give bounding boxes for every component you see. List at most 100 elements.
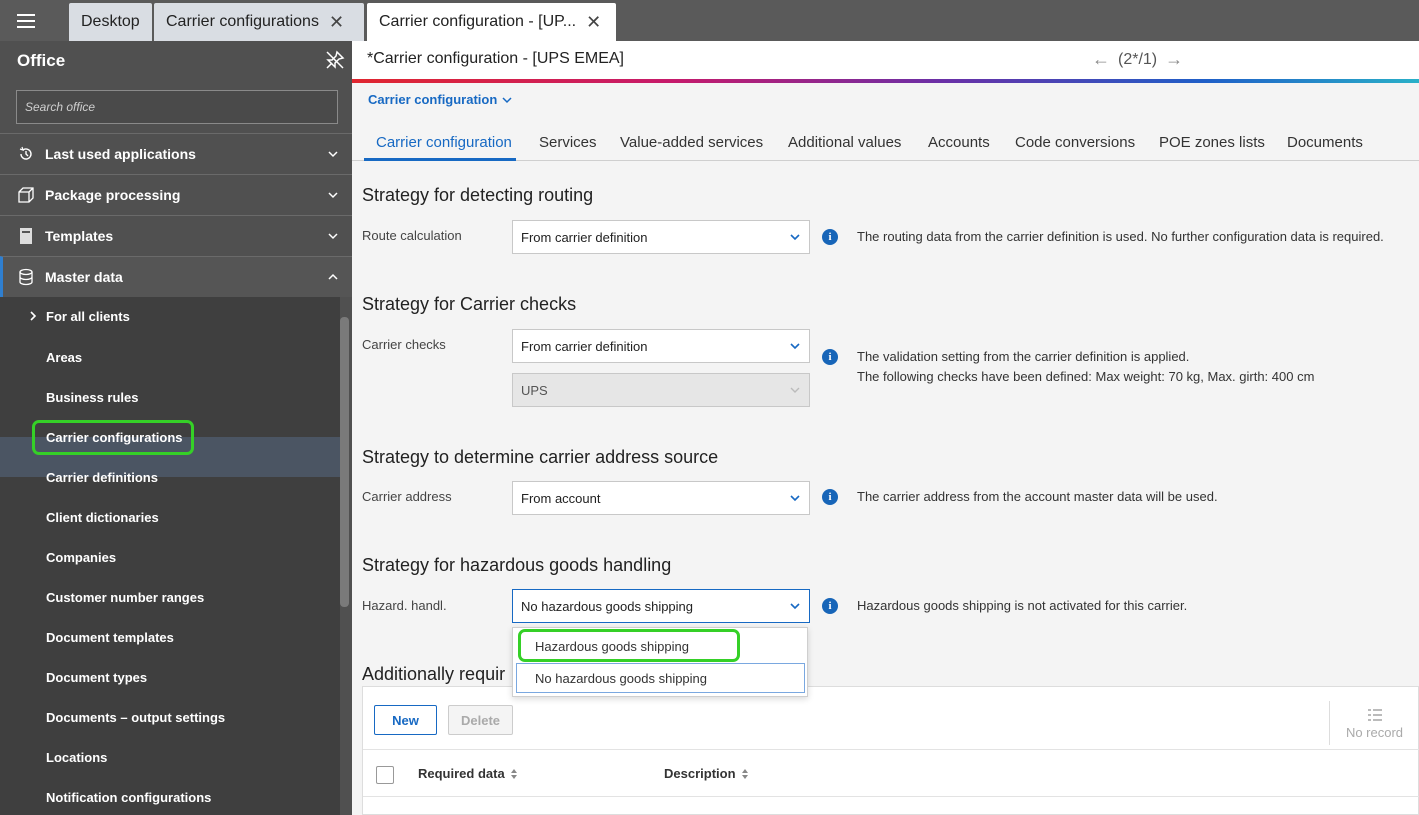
address-info-text: The carrier address from the account mas…	[857, 489, 1218, 504]
sidebar-item-carrier-definitions[interactable]: Carrier definitions	[46, 470, 158, 485]
tab-carrier-configuration[interactable]: Carrier configuration	[376, 134, 512, 151]
new-button[interactable]: New	[374, 705, 437, 735]
info-line: The validation setting from the carrier …	[857, 349, 1190, 364]
tab-documents[interactable]: Documents	[1287, 134, 1363, 151]
column-description[interactable]: Description	[664, 766, 749, 781]
sidebar-item-locations[interactable]: Locations	[46, 750, 107, 765]
checks-info-text: The validation setting from the carrier …	[857, 347, 1314, 387]
close-icon[interactable]: ✕	[329, 13, 344, 31]
chevron-down-icon	[328, 233, 338, 240]
main-content: *Carrier configuration - [UPS EMEA] ← (2…	[352, 41, 1419, 815]
active-tab-indicator	[364, 158, 516, 161]
column-label: Description	[664, 766, 736, 781]
sidebar-scrollbar[interactable]	[340, 317, 349, 607]
column-label: Required data	[418, 766, 505, 781]
sidebar-item-notification-configurations[interactable]: Notification configurations	[46, 790, 211, 805]
info-line: The following checks have been defined: …	[857, 369, 1315, 384]
route-calculation-select[interactable]: From carrier definition	[512, 220, 810, 254]
arrow-right-icon[interactable]: →	[1165, 49, 1183, 70]
tab-services[interactable]: Services	[539, 134, 597, 151]
info-icon[interactable]: i	[822, 229, 838, 245]
sidebar-group-templates[interactable]: Templates	[0, 215, 352, 256]
sidebar-item-customer-number-ranges[interactable]: Customer number ranges	[46, 590, 204, 605]
sidebar-item-business-rules[interactable]: Business rules	[46, 390, 139, 405]
column-required-data[interactable]: Required data	[418, 766, 518, 781]
chevron-down-icon	[502, 96, 512, 103]
template-icon	[16, 226, 36, 246]
info-icon[interactable]: i	[822, 598, 838, 614]
chevron-down-icon	[328, 151, 338, 158]
record-position: (2*/1)	[1118, 50, 1158, 68]
carrier-address-label: Carrier address	[362, 489, 452, 504]
list-icon	[1368, 709, 1382, 721]
tab-carrier-configurations[interactable]: Carrier configurations ✕	[154, 3, 364, 41]
sidebar-item-client-dictionaries[interactable]: Client dictionaries	[46, 510, 159, 525]
sidebar-group-master-data[interactable]: Master data	[0, 256, 352, 297]
database-icon	[16, 267, 36, 287]
sidebar-group-last-used[interactable]: Last used applications	[0, 133, 352, 174]
section-title-address: Strategy to determine carrier address so…	[362, 447, 719, 467]
hazard-handling-select[interactable]: No hazardous goods shipping	[512, 589, 810, 623]
sidebar-group-label: Last used applications	[45, 146, 196, 162]
content-tabs: Carrier configuration Services Value-add…	[352, 131, 1419, 161]
tab-desktop[interactable]: Desktop	[69, 3, 152, 41]
highlight-box	[32, 420, 194, 455]
select-value: UPS	[521, 382, 548, 398]
breadcrumb[interactable]: Carrier configuration	[368, 92, 513, 107]
carrier-checks-label: Carrier checks	[362, 337, 446, 352]
hazard-info-text: Hazardous goods shipping is not activate…	[857, 598, 1188, 613]
chevron-down-icon	[790, 603, 800, 610]
carrier-checks-definition-select: UPS	[512, 373, 810, 407]
route-calculation-label: Route calculation	[362, 228, 462, 243]
chevron-down-icon	[790, 387, 800, 393]
menu-icon[interactable]	[0, 0, 52, 41]
tab-code-conversions[interactable]: Code conversions	[1015, 134, 1135, 151]
sidebar-group-label: Package processing	[45, 187, 181, 203]
hazard-handling-label: Hazard. handl.	[362, 598, 447, 613]
sidebar-group-label: Master data	[45, 269, 123, 285]
chevron-down-icon	[790, 495, 800, 502]
carrier-address-select[interactable]: From account	[512, 481, 810, 515]
close-icon[interactable]: ✕	[586, 13, 601, 31]
info-icon[interactable]: i	[822, 489, 838, 505]
search-office-input[interactable]	[16, 90, 338, 124]
sidebar-item-areas[interactable]: Areas	[46, 350, 82, 365]
tab-accounts[interactable]: Accounts	[928, 134, 990, 151]
select-value: From account	[521, 490, 601, 506]
chevron-up-icon	[328, 273, 338, 280]
arrow-left-icon[interactable]: ←	[1092, 49, 1110, 70]
section-title-additional: Additionally requir	[362, 664, 506, 684]
top-bar: Desktop Carrier configurations ✕ Carrier…	[0, 0, 1419, 41]
sidebar-item-document-types[interactable]: Document types	[46, 670, 147, 685]
routing-info-text: The routing data from the carrier defini…	[857, 229, 1384, 244]
brand-gradient-bar	[352, 79, 1419, 83]
chevron-down-icon	[328, 192, 338, 199]
sidebar-item-documents-output-settings[interactable]: Documents – output settings	[46, 710, 225, 725]
sidebar-item-for-all-clients[interactable]: For all clients	[46, 309, 130, 324]
sidebar-item-companies[interactable]: Companies	[46, 550, 116, 565]
info-icon[interactable]: i	[822, 349, 838, 365]
table-header: Required data Description	[363, 749, 1419, 797]
hazard-handling-dropdown: Hazardous goods shipping No hazardous go…	[512, 627, 808, 697]
section-title-hazard: Strategy for hazardous goods handling	[362, 555, 672, 575]
select-all-checkbox[interactable]	[376, 766, 394, 784]
highlight-box	[518, 629, 740, 662]
tab-additional-values[interactable]: Additional values	[788, 134, 901, 151]
sidebar-title: Office	[17, 51, 66, 70]
sidebar-group-package-processing[interactable]: Package processing	[0, 174, 352, 215]
chevron-right-icon	[30, 311, 37, 321]
unpin-icon[interactable]	[325, 50, 345, 70]
carrier-checks-select[interactable]: From carrier definition	[512, 329, 810, 363]
select-value: No hazardous goods shipping	[521, 598, 694, 614]
tab-value-added-services[interactable]: Value-added services	[620, 134, 763, 151]
no-record-label: No record	[1345, 725, 1404, 740]
option-no-hazardous-goods-shipping[interactable]: No hazardous goods shipping	[535, 671, 707, 686]
header-bar: *Carrier configuration - [UPS EMEA] ← (2…	[352, 41, 1419, 79]
select-value: From carrier definition	[521, 338, 648, 354]
tab-poe-zones-lists[interactable]: POE zones lists	[1159, 134, 1265, 151]
tab-carrier-configuration-ups[interactable]: Carrier configuration - [UP... ✕	[367, 3, 616, 41]
select-value: From carrier definition	[521, 229, 648, 245]
delete-button: Delete	[448, 705, 513, 735]
tab-label: Carrier configuration - [UP...	[379, 13, 577, 30]
sidebar-item-document-templates[interactable]: Document templates	[46, 630, 174, 645]
